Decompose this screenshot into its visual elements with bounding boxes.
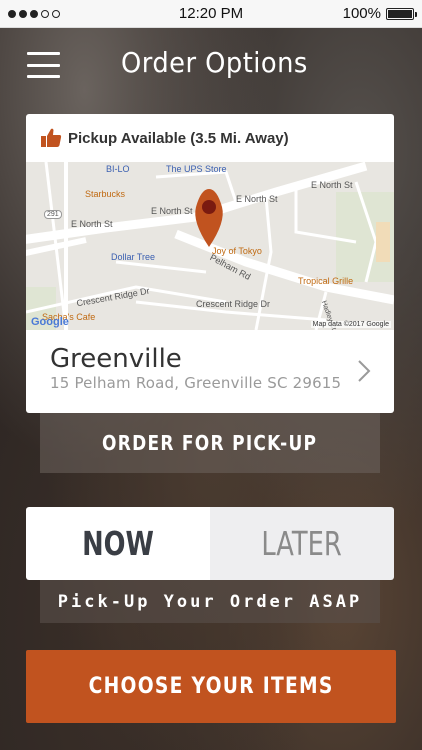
- status-time: 12:20 PM: [178, 5, 244, 22]
- location-name: Greenville: [50, 344, 182, 374]
- later-option[interactable]: LATER: [210, 507, 394, 580]
- location-map[interactable]: E North St E North St E North St E North…: [26, 162, 394, 330]
- hamburger-menu-icon[interactable]: [27, 52, 60, 78]
- location-selector[interactable]: Greenville 15 Pelham Road, Greenville SC…: [26, 330, 394, 413]
- location-card: Pickup Available (3.5 Mi. Away) E North …: [26, 114, 394, 413]
- now-option[interactable]: NOW: [26, 507, 210, 580]
- status-bar: 12:20 PM 100%: [0, 0, 422, 28]
- header: Order Options: [0, 28, 422, 100]
- asap-message: Pick-Up Your Order ASAP: [40, 580, 380, 623]
- page-title: Order Options: [121, 46, 308, 79]
- time-toggle: NOW LATER: [26, 507, 394, 580]
- order-for-pickup-button[interactable]: ORDER FOR PICK-UP: [40, 413, 380, 473]
- pickup-availability: Pickup Available (3.5 Mi. Away): [26, 114, 394, 162]
- google-logo: Google: [31, 316, 69, 328]
- chevron-right-icon: [358, 360, 371, 382]
- pickup-text: Pickup Available (3.5 Mi. Away): [68, 129, 289, 147]
- battery-icon: [386, 7, 417, 20]
- choose-items-button[interactable]: CHOOSE YOUR ITEMS: [26, 650, 396, 723]
- thumbs-up-icon: [41, 128, 62, 147]
- map-attribution: Map data ©2017 Google: [310, 321, 391, 328]
- location-address: 15 Pelham Road, Greenville SC 29615: [50, 374, 342, 392]
